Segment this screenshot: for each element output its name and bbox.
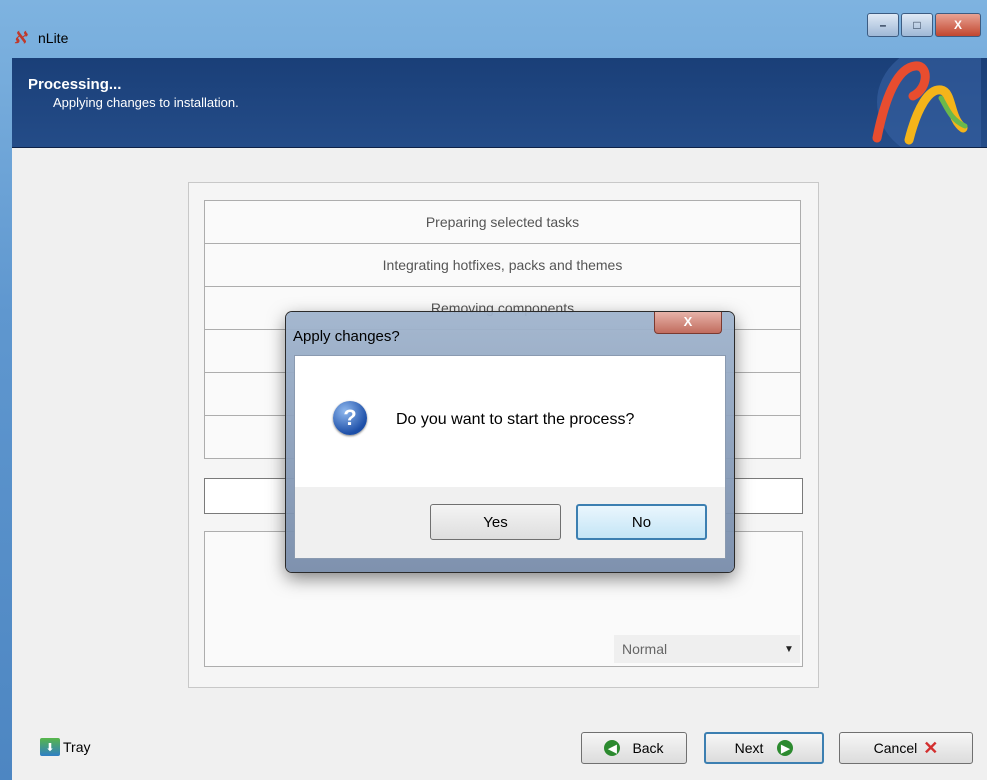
arrow-left-icon: ◀ xyxy=(604,740,621,756)
task-item: Integrating hotfixes, packs and themes xyxy=(204,244,801,287)
yes-button[interactable]: Yes xyxy=(430,504,561,540)
nlite-logo-icon: ℵ xyxy=(14,30,26,47)
close-button[interactable]: X xyxy=(935,13,981,37)
question-icon: ? xyxy=(333,401,367,435)
arrow-right-icon: ▶ xyxy=(777,740,794,756)
task-item: Preparing selected tasks xyxy=(204,200,801,244)
no-button[interactable]: No xyxy=(576,504,707,540)
page-title: Processing... xyxy=(28,76,122,93)
dialog-title: Apply changes? xyxy=(293,328,400,345)
window-controls: – □ X xyxy=(865,13,981,37)
title-bar[interactable]: ℵ nLite – □ X xyxy=(0,0,987,58)
minimize-button[interactable]: – xyxy=(867,13,899,37)
page-subtitle: Applying changes to installation. xyxy=(53,95,239,110)
nlite-brand-logo xyxy=(837,58,981,147)
cancel-x-icon: ✕ xyxy=(923,737,939,758)
wizard-footer: ⬇ Tray ◀ Back Next ▶ Cancel ✕ xyxy=(12,718,987,780)
maximize-button[interactable]: □ xyxy=(901,13,933,37)
dialog-button-bar: Yes No xyxy=(294,487,726,559)
tray-label: Tray xyxy=(63,739,91,755)
chevron-down-icon[interactable]: ▼ xyxy=(778,644,800,655)
back-button[interactable]: ◀ Back xyxy=(581,732,687,764)
dialog-message: Do you want to start the process? xyxy=(396,411,635,428)
tray-button[interactable]: ⬇ Tray xyxy=(40,738,90,756)
dialog-body: ? Do you want to start the process? xyxy=(294,355,726,487)
next-button[interactable]: Next ▶ xyxy=(704,732,824,764)
back-label: Back xyxy=(632,740,664,756)
apply-changes-dialog: Apply changes? X ? Do you want to start … xyxy=(286,312,734,572)
cancel-button[interactable]: Cancel ✕ xyxy=(839,732,973,764)
dialog-close-button[interactable]: X xyxy=(654,312,722,334)
tray-icon: ⬇ xyxy=(40,738,60,756)
window-title: nLite xyxy=(38,30,69,46)
next-label: Next xyxy=(734,740,764,756)
wizard-header: Processing... Applying changes to instal… xyxy=(12,58,987,148)
cancel-label: Cancel xyxy=(873,740,918,756)
priority-select-value: Normal xyxy=(622,641,668,657)
priority-select[interactable]: Normal ▼ xyxy=(614,635,800,663)
